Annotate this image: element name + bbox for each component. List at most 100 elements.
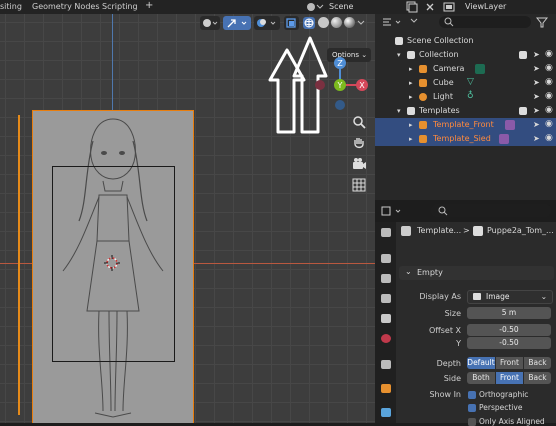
outliner-row-scene-collection[interactable]: Scene Collection — [375, 34, 556, 48]
properties-editor-type-icon[interactable] — [379, 204, 407, 218]
side-front-option[interactable]: Front — [496, 372, 523, 384]
eye-icon[interactable]: ◉ — [545, 133, 553, 143]
eye-icon[interactable]: ◉ — [545, 49, 553, 59]
3d-cursor[interactable] — [104, 255, 120, 271]
eye-icon[interactable]: ◉ — [545, 119, 553, 129]
select-arrow-icon[interactable]: ➤ — [533, 78, 540, 87]
tab-scripting[interactable]: Scripting — [102, 2, 138, 11]
only-axis-aligned-label: Only Axis Aligned — [479, 417, 545, 426]
overlays-button[interactable] — [254, 16, 280, 30]
eye-icon[interactable]: ◉ — [545, 105, 553, 115]
size-field[interactable]: 5 m — [467, 307, 551, 319]
orthographic-checkbox[interactable] — [468, 391, 476, 399]
expand-arrow-icon[interactable]: ▸ — [409, 121, 413, 129]
gizmo-toggle-button[interactable] — [223, 16, 251, 30]
select-arrow-icon[interactable]: ➤ — [533, 120, 540, 129]
breadcrumb-separator: > — [463, 226, 470, 235]
expand-arrow-icon[interactable]: ▸ — [409, 65, 413, 73]
select-arrow-icon[interactable]: ➤ — [533, 106, 540, 115]
expand-arrow-icon[interactable]: ▾ — [397, 51, 401, 59]
collection-icon — [407, 107, 415, 115]
collection-tab-icon[interactable] — [381, 360, 391, 369]
physics-tab-icon[interactable] — [381, 408, 391, 417]
select-arrow-icon[interactable]: ➤ — [533, 92, 540, 101]
eye-icon[interactable]: ◉ — [545, 63, 553, 73]
display-as-dropdown[interactable]: Image ⌄ — [467, 290, 553, 304]
outliner-row-collection[interactable]: ▾ Collection ➤ ◉ — [375, 48, 556, 62]
scene-name[interactable]: Scene — [329, 2, 353, 11]
modifier-icon[interactable]: ▽ — [467, 77, 474, 87]
display-mode-icon[interactable] — [409, 16, 423, 28]
perspective-grid-icon[interactable] — [351, 177, 367, 193]
outliner-row-camera[interactable]: ▸ Camera ➤ ◉ — [375, 62, 556, 76]
solid-shading-button[interactable] — [318, 17, 329, 28]
outliner-row-template-front[interactable]: ▸ Template_Front ➤ ◉ — [375, 118, 556, 132]
side-back-option[interactable]: Back — [524, 372, 551, 384]
expand-arrow-icon[interactable]: ▸ — [409, 135, 413, 143]
eye-icon[interactable]: ◉ — [545, 91, 553, 101]
outliner-row-templates[interactable]: ▾ Templates ➤ ◉ — [375, 104, 556, 118]
exclude-checkbox[interactable] — [519, 51, 527, 59]
scene-tab-icon[interactable] — [381, 314, 391, 323]
select-arrow-icon[interactable]: ➤ — [533, 64, 540, 73]
exclude-checkbox[interactable] — [519, 107, 527, 115]
outliner-row-template-sied[interactable]: ▸ Template_Sied ➤ ◉ — [375, 132, 556, 146]
material-preview-button[interactable] — [331, 17, 342, 28]
shading-options-icon[interactable] — [357, 19, 365, 27]
outliner-row-cube[interactable]: ▸ Cube ▽ ➤ ◉ — [375, 76, 556, 90]
view-layer-name[interactable]: ViewLayer — [465, 2, 506, 11]
editor-type-icon[interactable] — [381, 16, 407, 28]
eye-icon[interactable]: ◉ — [545, 77, 553, 87]
outliner-row-light[interactable]: ▸ Light ♁ ➤ ◉ — [375, 90, 556, 104]
view-layer-tab-icon[interactable] — [381, 294, 391, 303]
zoom-icon[interactable] — [351, 114, 367, 130]
outliner-search-input[interactable] — [439, 16, 531, 28]
tab-sculpting[interactable]: siting — [0, 2, 22, 11]
light-data-icon[interactable]: ♁ — [467, 91, 474, 101]
camera-view-icon[interactable] — [351, 156, 367, 172]
output-tab-icon[interactable] — [381, 274, 391, 283]
empty-section-header[interactable]: ⌄ Empty — [399, 266, 554, 280]
camera-data-icon[interactable] — [475, 64, 485, 74]
tab-geometry-nodes[interactable]: Geometry Nodes — [32, 2, 99, 11]
add-workspace-button[interactable]: + — [145, 0, 153, 11]
rendered-shading-button[interactable] — [344, 17, 355, 28]
object-tab-icon[interactable] — [381, 384, 391, 393]
depth-back-option[interactable]: Back — [524, 357, 551, 369]
depth-default-option[interactable]: Default — [467, 357, 495, 369]
close-icon[interactable] — [424, 1, 436, 13]
depth-label: Depth — [436, 359, 461, 368]
breadcrumb-data[interactable]: Puppe2a_Tom_... — [487, 226, 554, 235]
only-axis-aligned-checkbox[interactable] — [468, 418, 476, 426]
side-template-outline[interactable] — [18, 115, 20, 415]
duplicate-icon[interactable] — [405, 1, 419, 13]
tool-tab-icon[interactable] — [381, 228, 391, 237]
render-tab-icon[interactable] — [381, 254, 391, 263]
xray-toggle-button[interactable] — [284, 16, 299, 30]
expand-arrow-icon[interactable]: ▾ — [397, 107, 401, 115]
pin-icon[interactable] — [401, 226, 411, 236]
scene-icon[interactable] — [305, 1, 325, 13]
expand-arrow-icon[interactable]: ▸ — [409, 79, 413, 87]
breadcrumb-object[interactable]: Template... — [417, 226, 461, 235]
properties-search-input[interactable] — [431, 204, 551, 217]
depth-front-option[interactable]: Front — [496, 357, 523, 369]
wireframe-shading-button[interactable] — [303, 17, 315, 29]
expand-arrow-icon[interactable]: ▸ — [409, 93, 413, 101]
select-arrow-icon[interactable]: ➤ — [533, 50, 540, 59]
collection-icon — [407, 51, 415, 59]
view-layer-icon[interactable] — [442, 1, 458, 13]
side-both-option[interactable]: Both — [467, 372, 495, 384]
navigation-gizmo[interactable]: Z Y X — [313, 54, 375, 116]
offset-y-field[interactable]: -0.50 — [467, 337, 551, 349]
view-object-types-button[interactable] — [200, 16, 220, 30]
image-data-icon[interactable] — [505, 120, 515, 130]
pan-hand-icon[interactable] — [351, 135, 367, 151]
perspective-checkbox[interactable] — [468, 404, 476, 412]
offset-x-field[interactable]: -0.50 — [467, 324, 551, 336]
world-tab-icon[interactable] — [381, 334, 391, 343]
filter-icon[interactable] — [535, 16, 553, 28]
image-data-icon[interactable] — [499, 134, 509, 144]
3d-viewport[interactable]: Options ⌄ Z Y X — [0, 14, 375, 423]
select-arrow-icon[interactable]: ➤ — [533, 134, 540, 143]
